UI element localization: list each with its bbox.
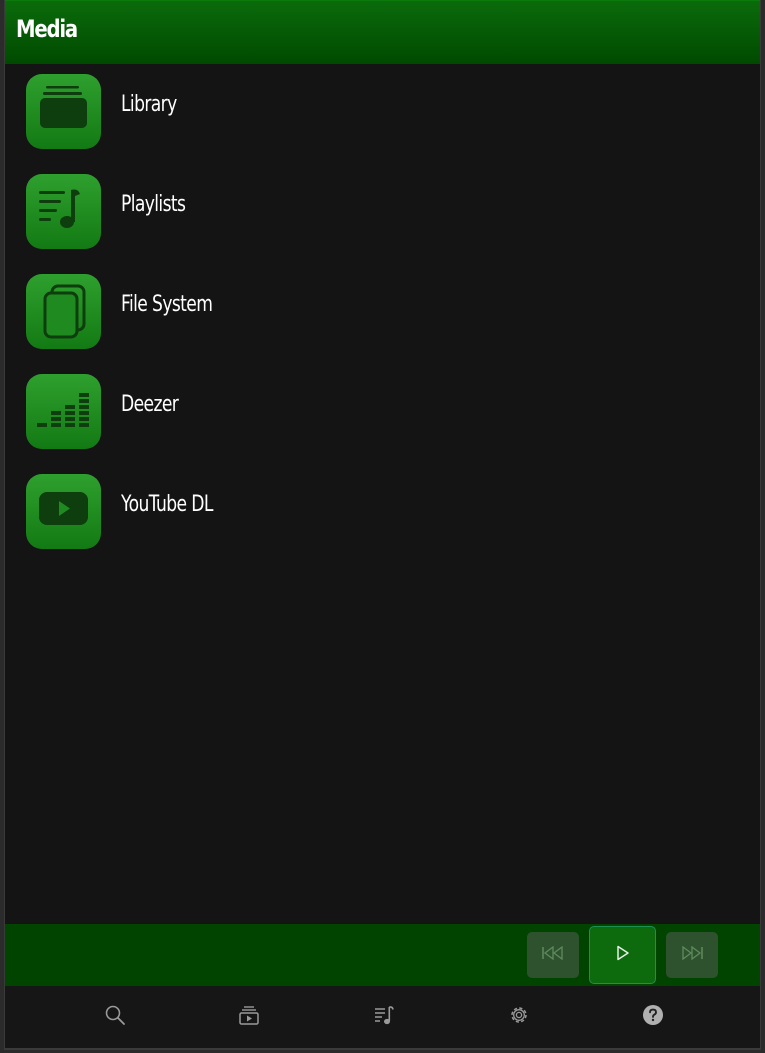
menu-item-label: Playlists bbox=[121, 192, 186, 217]
queue-icon bbox=[373, 1004, 395, 1031]
menu-item-label: Library bbox=[121, 92, 177, 117]
nav-now-playing-button[interactable] bbox=[234, 1002, 264, 1032]
help-icon bbox=[642, 1004, 664, 1031]
menu-item-deezer[interactable]: Deezer bbox=[5, 364, 760, 464]
menu-item-label: YouTube DL bbox=[121, 492, 213, 517]
settings-icon bbox=[508, 1004, 530, 1031]
play-icon bbox=[615, 945, 631, 966]
menu-item-playlists[interactable]: Playlists bbox=[5, 164, 760, 264]
menu-item-file-system[interactable]: File System bbox=[5, 264, 760, 364]
menu-item-label: Deezer bbox=[121, 392, 179, 417]
nav-search-button[interactable] bbox=[100, 1002, 130, 1032]
menu-item-label: File System bbox=[121, 292, 213, 317]
files-icon bbox=[26, 274, 101, 349]
menu-item-youtube-dl[interactable]: YouTube DL bbox=[5, 464, 760, 564]
header-bar: Media bbox=[5, 0, 760, 64]
media-window: Media Library Playlists File System Deez… bbox=[4, 0, 761, 1050]
menu-item-library[interactable]: Library bbox=[5, 64, 760, 164]
now-playing-icon bbox=[238, 1004, 260, 1031]
equalizer-icon bbox=[26, 374, 101, 449]
playlist-icon bbox=[26, 174, 101, 249]
play-button[interactable] bbox=[589, 926, 656, 984]
next-button[interactable] bbox=[666, 932, 718, 978]
youtube-icon bbox=[26, 474, 101, 549]
search-icon bbox=[104, 1004, 126, 1031]
bottom-navigation bbox=[5, 986, 760, 1048]
page-title: Media bbox=[16, 15, 78, 43]
player-bar bbox=[5, 924, 760, 986]
previous-button[interactable] bbox=[527, 932, 579, 978]
nav-settings-button[interactable] bbox=[504, 1002, 534, 1032]
previous-icon bbox=[541, 945, 565, 965]
nav-help-button[interactable] bbox=[638, 1002, 668, 1032]
next-icon bbox=[680, 945, 704, 965]
nav-queue-button[interactable] bbox=[369, 1002, 399, 1032]
library-icon bbox=[26, 74, 101, 149]
